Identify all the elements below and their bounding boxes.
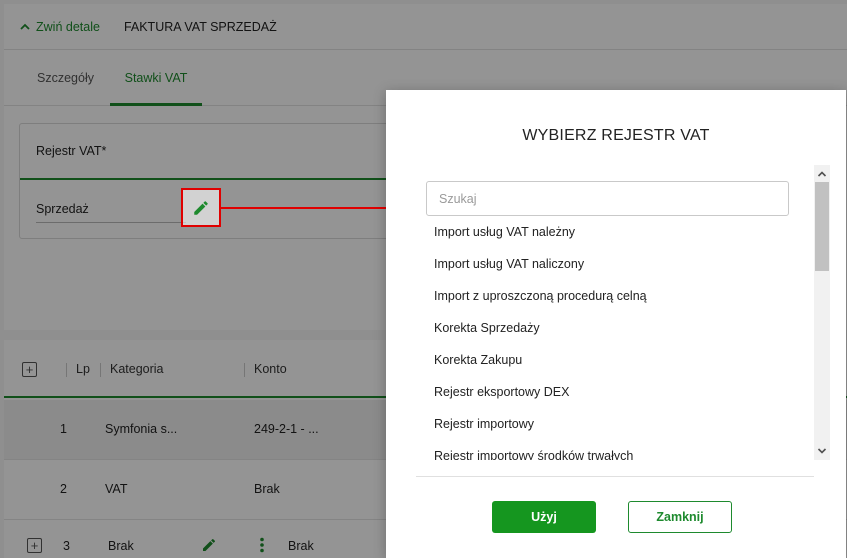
list-item[interactable]: Rejestr importowy środków trwałych bbox=[426, 440, 806, 460]
list-item[interactable]: Korekta Sprzedaży bbox=[426, 312, 806, 344]
chevron-down-icon bbox=[817, 448, 827, 454]
scroll-down-button[interactable] bbox=[814, 444, 830, 458]
chevron-up-icon bbox=[817, 171, 827, 177]
select-vat-register-dialog: WYBIERZ REJESTR VAT Import usług VAT nal… bbox=[386, 90, 846, 558]
dialog-title: WYBIERZ REJESTR VAT bbox=[522, 127, 710, 144]
scrollbar-thumb[interactable] bbox=[815, 182, 829, 271]
scroll-up-button[interactable] bbox=[814, 167, 830, 181]
list-item[interactable]: Import usług VAT naliczony bbox=[426, 248, 806, 280]
list-item[interactable]: Rejestr eksportowy DEX bbox=[426, 376, 806, 408]
vat-register-list: Import usług VAT należny Import usług VA… bbox=[426, 216, 806, 460]
list-item[interactable]: Rejestr importowy bbox=[426, 408, 806, 440]
list-scrollbar[interactable] bbox=[814, 165, 830, 460]
close-button[interactable]: Zamknij bbox=[628, 501, 732, 533]
use-button[interactable]: Użyj bbox=[492, 501, 596, 533]
edit-vat-register-button[interactable] bbox=[181, 188, 221, 227]
edit-pencil-icon bbox=[194, 200, 208, 215]
search-input[interactable] bbox=[426, 181, 789, 216]
list-item[interactable]: Import usług VAT należny bbox=[426, 216, 806, 248]
list-item[interactable]: Korekta Zakupu bbox=[426, 344, 806, 376]
dialog-divider bbox=[416, 476, 814, 477]
list-item[interactable]: Import z uproszczoną procedurą celną bbox=[426, 280, 806, 312]
